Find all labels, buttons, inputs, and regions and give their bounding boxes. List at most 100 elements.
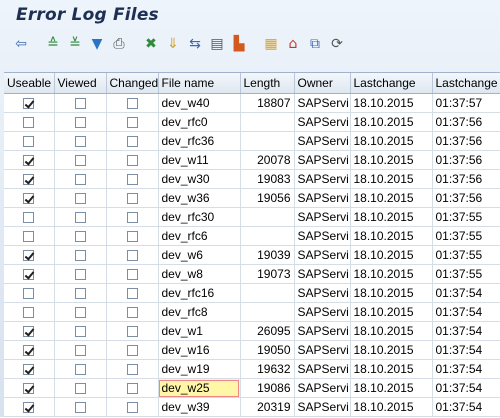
lastchange-time-cell[interactable]: 01:37:55 [432, 264, 500, 284]
chart-icon[interactable]: ▙ [230, 35, 248, 53]
changed-checkbox[interactable] [126, 98, 138, 110]
changed-checkbox[interactable] [126, 155, 138, 167]
owner-cell[interactable]: SAPServi [294, 378, 351, 398]
table-row[interactable]: dev_w11 20078 SAPServi 18.10.2015 01:37:56 [4, 150, 500, 170]
file-name-cell[interactable]: dev_w40 [158, 93, 241, 113]
viewed-checkbox[interactable] [74, 136, 86, 148]
useable-checkbox[interactable] [23, 231, 35, 243]
file-name-cell[interactable]: dev_w11 [158, 150, 241, 170]
sort-ascending-icon[interactable]: ≙ [44, 35, 62, 53]
lastchange-time-cell[interactable]: 01:37:56 [432, 150, 500, 170]
table-row[interactable]: dev_rfc16 SAPServi 18.10.2015 01:37:54 [4, 283, 500, 303]
lastchange-time-cell[interactable]: 01:37:54 [432, 378, 500, 398]
send-icon[interactable]: ⌂ [284, 35, 302, 53]
column-header-lastchange-time[interactable]: Lastchange [432, 73, 500, 94]
column-header-file-name[interactable]: File name [158, 73, 241, 94]
useable-checkbox[interactable] [23, 98, 35, 110]
viewed-checkbox[interactable] [74, 98, 86, 110]
lastchange-time-cell[interactable]: 01:37:54 [432, 321, 500, 341]
file-name-cell[interactable]: dev_rfc0 [158, 112, 241, 132]
lastchange-date-cell[interactable]: 18.10.2015 [350, 245, 433, 265]
lastchange-time-cell[interactable]: 01:37:55 [432, 207, 500, 227]
length-cell[interactable]: 19073 [240, 264, 295, 284]
table-row[interactable]: dev_w1 26095 SAPServi 18.10.2015 01:37:54 [4, 321, 500, 341]
viewed-checkbox[interactable] [74, 307, 86, 319]
changed-checkbox[interactable] [126, 288, 138, 300]
lastchange-date-cell[interactable]: 18.10.2015 [350, 283, 433, 303]
length-cell[interactable]: 19632 [240, 359, 295, 379]
useable-checkbox[interactable] [23, 174, 35, 186]
column-header-changed[interactable]: Changed [106, 73, 159, 94]
viewed-checkbox[interactable] [74, 231, 86, 243]
length-cell[interactable] [240, 302, 295, 322]
useable-checkbox[interactable] [23, 402, 35, 414]
changed-checkbox[interactable] [126, 117, 138, 129]
changed-checkbox[interactable] [126, 136, 138, 148]
lastchange-date-cell[interactable]: 18.10.2015 [350, 188, 433, 208]
useable-checkbox[interactable] [23, 383, 35, 395]
changed-checkbox[interactable] [126, 269, 138, 281]
download-icon[interactable]: ⇓ [164, 35, 182, 53]
length-cell[interactable]: 19056 [240, 188, 295, 208]
useable-checkbox[interactable] [23, 345, 35, 357]
viewed-checkbox[interactable] [74, 326, 86, 338]
sort-descending-icon[interactable]: ≚ [66, 35, 84, 53]
lastchange-date-cell[interactable]: 18.10.2015 [350, 321, 433, 341]
owner-cell[interactable]: SAPServi [294, 397, 351, 417]
useable-checkbox[interactable] [23, 193, 35, 205]
lastchange-time-cell[interactable]: 01:37:54 [432, 359, 500, 379]
length-cell[interactable] [240, 226, 295, 246]
owner-cell[interactable]: SAPServi [294, 131, 351, 151]
changed-checkbox[interactable] [126, 383, 138, 395]
changed-checkbox[interactable] [126, 250, 138, 262]
owner-cell[interactable]: SAPServi [294, 340, 351, 360]
viewed-checkbox[interactable] [74, 155, 86, 167]
lastchange-date-cell[interactable]: 18.10.2015 [350, 302, 433, 322]
save-layout-icon[interactable]: ⧉ [306, 35, 324, 53]
length-cell[interactable]: 19039 [240, 245, 295, 265]
lastchange-time-cell[interactable]: 01:37:55 [432, 226, 500, 246]
lastchange-date-cell[interactable]: 18.10.2015 [350, 112, 433, 132]
column-header-viewed[interactable]: Viewed [54, 73, 107, 94]
table-row[interactable]: dev_w16 19050 SAPServi 18.10.2015 01:37:54 [4, 340, 500, 360]
lastchange-date-cell[interactable]: 18.10.2015 [350, 378, 433, 398]
column-header-length[interactable]: Length [240, 73, 295, 94]
viewed-checkbox[interactable] [74, 174, 86, 186]
lastchange-date-cell[interactable]: 18.10.2015 [350, 340, 433, 360]
table-icon[interactable]: ▦ [262, 35, 280, 53]
lastchange-date-cell[interactable]: 18.10.2015 [350, 359, 433, 379]
useable-checkbox[interactable] [23, 307, 35, 319]
layout-icon[interactable]: ▤ [208, 35, 226, 53]
file-name-cell[interactable]: dev_w39 [158, 397, 241, 417]
file-name-cell[interactable]: dev_w6 [158, 245, 241, 265]
owner-cell[interactable]: SAPServi [294, 283, 351, 303]
lastchange-time-cell[interactable]: 01:37:57 [432, 93, 500, 113]
owner-cell[interactable]: SAPServi [294, 245, 351, 265]
lastchange-time-cell[interactable]: 01:37:54 [432, 283, 500, 303]
filter-icon[interactable]: ▼ [88, 35, 106, 53]
viewed-checkbox[interactable] [74, 402, 86, 414]
lastchange-date-cell[interactable]: 18.10.2015 [350, 226, 433, 246]
viewed-checkbox[interactable] [74, 364, 86, 376]
lastchange-time-cell[interactable]: 01:37:56 [432, 131, 500, 151]
file-name-cell[interactable]: dev_w30 [158, 169, 241, 189]
file-name-cell[interactable]: dev_rfc8 [158, 302, 241, 322]
lastchange-date-cell[interactable]: 18.10.2015 [350, 150, 433, 170]
column-header-owner[interactable]: Owner [294, 73, 351, 94]
file-name-cell[interactable]: dev_w8 [158, 264, 241, 284]
owner-cell[interactable]: SAPServi [294, 188, 351, 208]
viewed-checkbox[interactable] [74, 193, 86, 205]
changed-checkbox[interactable] [126, 364, 138, 376]
file-name-cell[interactable]: dev_rfc16 [158, 283, 241, 303]
owner-cell[interactable]: SAPServi [294, 226, 351, 246]
file-name-cell[interactable]: dev_w16 [158, 340, 241, 360]
changed-checkbox[interactable] [126, 402, 138, 414]
transfer-icon[interactable]: ⇆ [186, 35, 204, 53]
table-row[interactable]: dev_rfc6 SAPServi 18.10.2015 01:37:55 [4, 226, 500, 246]
table-row[interactable]: dev_w19 19632 SAPServi 18.10.2015 01:37:54 [4, 359, 500, 379]
owner-cell[interactable]: SAPServi [294, 169, 351, 189]
viewed-checkbox[interactable] [74, 269, 86, 281]
lastchange-date-cell[interactable]: 18.10.2015 [350, 169, 433, 189]
file-name-cell[interactable]: dev_rfc30 [158, 207, 241, 227]
table-row[interactable]: dev_w25 19086 SAPServi 18.10.2015 01:37:54 [4, 378, 500, 398]
